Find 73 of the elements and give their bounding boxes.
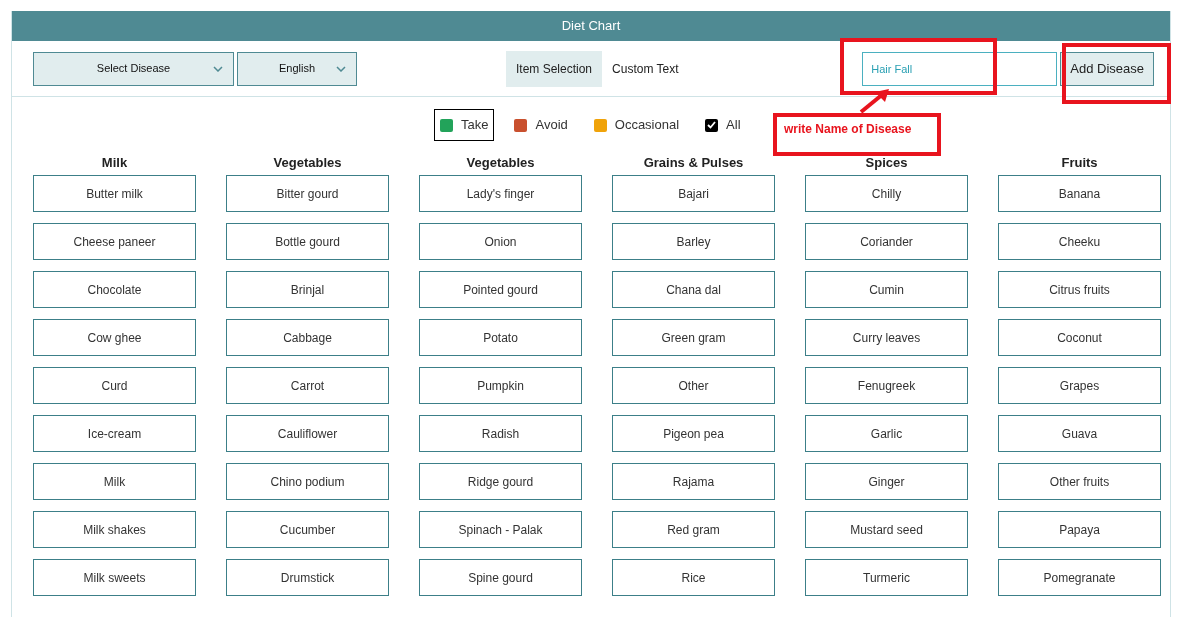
food-item-button[interactable]: Rajama (612, 463, 775, 500)
legend-filter[interactable]: All (699, 109, 747, 141)
column-heading: Grains & Pulses (643, 154, 744, 172)
food-item-button[interactable]: Papaya (998, 511, 1161, 548)
food-item-button[interactable]: Curd (33, 367, 196, 404)
food-item-button[interactable]: Red gram (612, 511, 775, 548)
food-item-button[interactable]: Other (612, 367, 775, 404)
food-item-button[interactable]: Bottle gourd (226, 223, 389, 260)
dropdown[interactable]: Select Disease (33, 51, 234, 86)
food-item-button[interactable]: Garlic (805, 415, 968, 452)
food-item-button[interactable]: Pointed gourd (419, 271, 582, 308)
food-item-button[interactable]: Cucumber (226, 511, 389, 548)
food-item-button[interactable]: Chocolate (33, 271, 196, 308)
food-item-button[interactable]: Bitter gourd (226, 175, 389, 212)
add-disease-button[interactable]: Add Disease (1060, 51, 1154, 86)
column-heading: Vegetables (273, 154, 342, 172)
food-item-button[interactable]: Cheese paneer (33, 223, 196, 260)
food-item-button[interactable]: Spinach - Palak (419, 511, 582, 548)
column-heading: Spices (865, 154, 908, 172)
food-item-button[interactable]: Green gram (612, 319, 775, 356)
food-item-button[interactable]: Citrus fruits (998, 271, 1161, 308)
food-item-button[interactable]: Fenugreek (805, 367, 968, 404)
food-item-button[interactable]: Cow ghee (33, 319, 196, 356)
food-item-button[interactable]: Coconut (998, 319, 1161, 356)
legend-filter[interactable]: Take (434, 109, 495, 141)
food-item-button[interactable]: Cumin (805, 271, 968, 308)
food-item-button[interactable]: Chana dal (612, 271, 775, 308)
food-item-button[interactable]: Guava (998, 415, 1161, 452)
chevron-down-icon (336, 65, 346, 72)
food-item-button[interactable]: Ridge gourd (419, 463, 582, 500)
food-item-button[interactable]: Grapes (998, 367, 1161, 404)
food-item-button[interactable]: Pigeon pea (612, 415, 775, 452)
food-item-button[interactable]: Cabbage (226, 319, 389, 356)
food-item-button[interactable]: Onion (419, 223, 582, 260)
food-item-button[interactable]: Butter milk (33, 175, 196, 212)
food-item-button[interactable]: Rice (612, 559, 775, 596)
food-item-button[interactable]: Drumstick (226, 559, 389, 596)
food-item-button[interactable]: Bajari (612, 175, 775, 212)
food-item-button[interactable]: Other fruits (998, 463, 1161, 500)
food-item-button[interactable]: Pomegranate (998, 559, 1161, 596)
annotation-arrow (859, 89, 889, 114)
food-item-button[interactable]: Lady's finger (419, 175, 582, 212)
food-item-button[interactable]: Milk (33, 463, 196, 500)
annotation-callout: write Name of Disease (773, 113, 941, 156)
food-item-button[interactable]: Barley (612, 223, 775, 260)
food-item-button[interactable]: Milk sweets (33, 559, 196, 596)
legend-filter[interactable]: Avoid (508, 109, 574, 141)
food-item-button[interactable]: Potato (419, 319, 582, 356)
food-item-button[interactable]: Carrot (226, 367, 389, 404)
food-item-button[interactable]: Spine gourd (419, 559, 582, 596)
food-item-button[interactable]: Brinjal (226, 271, 389, 308)
food-item-button[interactable]: Cheeku (998, 223, 1161, 260)
tab[interactable]: Item Selection (506, 50, 603, 87)
header-bar: Diet Chart (12, 11, 1170, 41)
food-item-button[interactable]: Milk shakes (33, 511, 196, 548)
food-item-button[interactable]: Curry leaves (805, 319, 968, 356)
column-heading: Vegetables (466, 154, 535, 172)
food-item-button[interactable]: Chino podium (226, 463, 389, 500)
food-item-button[interactable]: Radish (419, 415, 582, 452)
food-item-button[interactable]: Chilly (805, 175, 968, 212)
dropdown[interactable]: English (237, 51, 357, 86)
food-item-button[interactable]: Coriander (805, 223, 968, 260)
column-heading: Milk (101, 154, 128, 172)
legend-filter[interactable]: Occasional (587, 109, 686, 141)
column-heading: Fruits (1061, 154, 1098, 172)
chevron-down-icon (213, 65, 223, 72)
food-item-button[interactable]: Banana (998, 175, 1161, 212)
food-item-button[interactable]: Pumpkin (419, 367, 582, 404)
food-item-button[interactable]: Ice-cream (33, 415, 196, 452)
food-item-button[interactable]: Mustard seed (805, 511, 968, 548)
food-item-button[interactable]: Turmeric (805, 559, 968, 596)
food-item-button[interactable]: Ginger (805, 463, 968, 500)
food-item-button[interactable]: Cauliflower (226, 415, 389, 452)
